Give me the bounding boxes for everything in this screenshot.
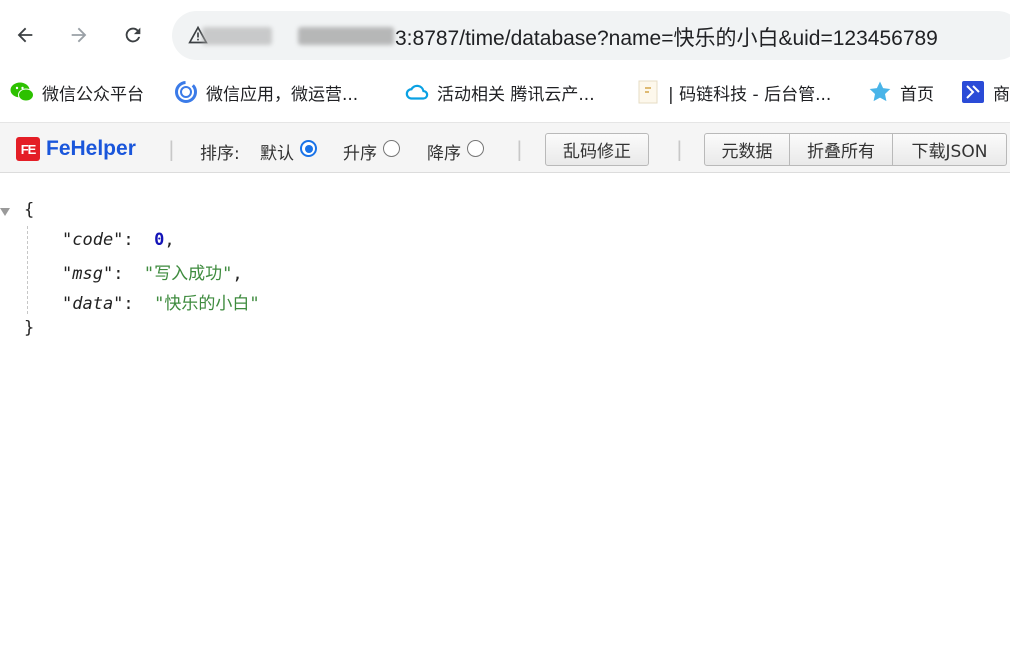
divider: | (168, 137, 175, 161)
bookmark-label: 活动相关 腾讯云产... (437, 84, 595, 105)
arrow-right-icon (71, 27, 87, 43)
fehelper-logo[interactable]: FE FeHelper (16, 137, 136, 161)
back-button[interactable] (8, 18, 42, 52)
bookmark-tencent-cloud[interactable]: 活动相关 腾讯云产... (405, 80, 595, 105)
reload-button[interactable] (116, 18, 150, 52)
browser-toolbar: 3:8787/time/database?name=快乐的小白&uid=1234… (0, 0, 1010, 72)
ring-icon (174, 80, 198, 104)
divider: | (516, 137, 523, 161)
json-key: "data" (62, 294, 124, 314)
reload-icon (125, 27, 141, 43)
cloud-icon (405, 80, 429, 104)
shop-icon (961, 80, 985, 104)
json-string-value: "写入成功" (143, 264, 233, 284)
bookmark-wechat-platform[interactable]: 微信公众平台 (10, 80, 144, 105)
url-text: 3:8787/time/database?name=快乐的小白&uid=1234… (395, 27, 938, 50)
star-icon (868, 80, 892, 104)
json-entry-data: "data": "快乐的小白" (62, 294, 260, 314)
address-bar[interactable]: 3:8787/time/database?name=快乐的小白&uid=1234… (172, 11, 1010, 60)
redacted-host (298, 27, 394, 45)
bookmark-label: 首页 (900, 84, 934, 105)
sort-option-label: 降序 (427, 144, 461, 164)
bookmark-label: 商 (993, 84, 1010, 105)
json-entry-code: "code": 0, (62, 230, 175, 250)
bookmark-home[interactable]: 首页 (868, 80, 934, 105)
json-string-value: "快乐的小白" (154, 294, 260, 314)
json-open-brace: { (24, 200, 35, 220)
fehelper-button-group: 元数据 折叠所有 下载JSON (704, 133, 1007, 166)
bookmark-label: | 码链科技 - 后台管... (668, 84, 832, 105)
json-close-brace: } (24, 318, 35, 338)
bookmark-shop[interactable]: 商 (961, 80, 1010, 105)
fix-encoding-button[interactable]: 乱码修正 (545, 133, 649, 166)
collapse-all-button[interactable]: 折叠所有 (790, 133, 893, 166)
divider: | (676, 137, 683, 161)
sort-option-asc[interactable]: 升序 (343, 139, 400, 164)
json-key: "msg" (62, 264, 114, 284)
json-number-value: 0 (154, 230, 165, 250)
sort-default-radio[interactable] (300, 140, 317, 157)
sort-option-label: 默认 (260, 144, 294, 164)
fehelper-title: FeHelper (46, 137, 136, 160)
bookmark-wechat-app[interactable]: 微信应用，微运营... (174, 80, 359, 105)
json-key: "code" (62, 230, 124, 250)
sort-option-label: 升序 (343, 144, 377, 164)
indent-guide (27, 226, 28, 314)
forward-button[interactable] (62, 18, 96, 52)
sort-asc-radio[interactable] (383, 140, 400, 157)
sort-option-desc[interactable]: 降序 (427, 139, 484, 164)
collapse-toggle-icon[interactable] (0, 208, 10, 216)
download-json-button[interactable]: 下载JSON (893, 133, 1007, 166)
bookmark-label: 微信应用，微运营... (206, 84, 359, 105)
sort-label: 排序: (200, 144, 240, 164)
metadata-button[interactable]: 元数据 (704, 133, 790, 166)
page-icon (636, 80, 660, 104)
fehelper-badge-icon: FE (16, 137, 40, 161)
sort-desc-radio[interactable] (467, 140, 484, 157)
bookmark-malian-admin[interactable]: | 码链科技 - 后台管... (636, 80, 832, 105)
json-entry-msg: "msg": "写入成功", (62, 264, 243, 284)
bookmark-label: 微信公众平台 (42, 84, 144, 105)
fehelper-toolbar: FE FeHelper | 排序: 默认 升序 降序 | 乱码修正 | 元数据 … (0, 122, 1010, 173)
wechat-icon (10, 80, 34, 104)
sort-option-default[interactable]: 默认 (260, 139, 317, 164)
arrow-left-icon (17, 27, 33, 43)
bookmarks-bar: 微信公众平台 微信应用，微运营... 活动相关 腾讯云产... | 码链科技 -… (0, 72, 1010, 114)
redacted-host (202, 27, 272, 45)
